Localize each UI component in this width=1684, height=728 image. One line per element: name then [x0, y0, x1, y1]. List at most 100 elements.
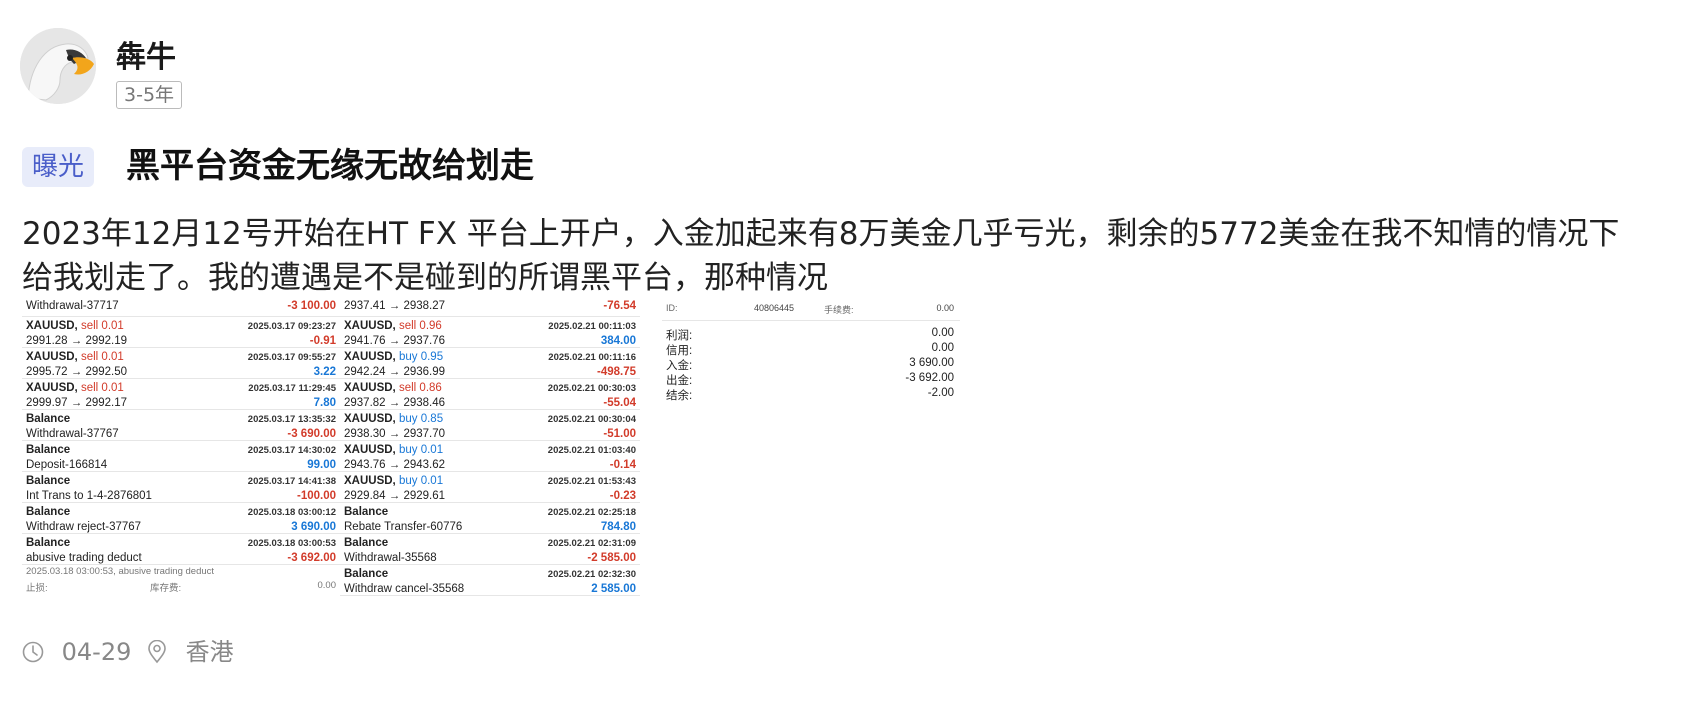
record-detail: 2942.24 → 2936.99	[344, 366, 446, 378]
record-symbol: Balance	[344, 537, 389, 549]
record-value: -3 100.00	[287, 300, 336, 312]
experience-badge: 3-5年	[116, 81, 183, 109]
author-name[interactable]: 犇牛	[116, 32, 176, 76]
record-row: XAUUSD, sell 0.86 2025.02.21 00:30:03 2937…	[340, 379, 640, 410]
summary-row: 入金: 3 690.00	[662, 357, 960, 372]
avatar[interactable]	[20, 28, 96, 104]
record-time: 2025.03.17 13:35:32	[247, 414, 336, 425]
summary-label: 结余:	[666, 390, 693, 402]
record-detail: 2999.97 → 2992.17	[26, 397, 128, 409]
record-time: 2025.03.17 14:41:38	[247, 476, 336, 487]
record-title: Balance	[26, 413, 70, 425]
clock-icon	[22, 641, 44, 663]
record-time: 2025.02.21 00:11:16	[548, 352, 636, 363]
post-location: 香港	[146, 636, 234, 668]
record-value: -0.91	[309, 335, 336, 347]
record-value: -3 692.00	[287, 552, 336, 564]
record-value: -0.14	[609, 459, 636, 471]
attached-image-1[interactable]: Withdrawal-37717 -3 100.00 XAUUSD, sell …	[22, 298, 340, 600]
record-row: Balance 2025.02.21 02:32:30 Withdraw cance…	[340, 565, 640, 596]
record-time: 2025.02.21 01:03:40	[547, 445, 636, 456]
record-value: 384.00	[600, 335, 636, 347]
record-value: 784.80	[600, 521, 636, 533]
summary-row: 出金: -3 692.00	[662, 372, 960, 387]
record-symbol: XAUUSD,	[344, 413, 396, 425]
record-symbol: Balance	[26, 413, 71, 425]
record-time: 2025.02.21 01:53:43	[547, 476, 636, 487]
record-title: XAUUSD, sell 0.01	[26, 351, 124, 363]
tooltip: 2025.03.18 03:00:53, abusive trading ded…	[22, 565, 340, 579]
record-action: buy 0.95	[398, 351, 444, 363]
summary-row: 结余: -2.00	[662, 387, 960, 402]
record-time: 2025.03.17 14:30:02	[247, 445, 336, 456]
record-time: 2025.03.17 09:23:27	[247, 321, 336, 332]
summary-value: -3 692.00	[905, 372, 954, 384]
record-row: Balance 2025.03.17 14:30:02 Deposit-166814…	[22, 441, 340, 472]
record-symbol: Balance	[26, 444, 71, 456]
stop-loss-label: 止损:	[26, 583, 48, 594]
record-row: Balance 2025.03.17 13:35:32 Withdrawal-377…	[22, 410, 340, 441]
record-title: XAUUSD, sell 0.96	[344, 320, 442, 332]
record-detail: 2938.30 → 2937.70	[344, 428, 446, 440]
category-tag[interactable]: 曝光	[22, 147, 95, 187]
record-detail: Withdraw cancel-35568	[344, 583, 465, 595]
record-value: -51.00	[603, 428, 636, 440]
record-action: sell 0.86	[398, 382, 442, 394]
record-time: 2025.02.21 00:30:03	[547, 383, 636, 394]
record-row: XAUUSD, sell 0.01 2025.03.17 11:29:45 2999…	[22, 379, 340, 410]
summary-label: 入金:	[666, 360, 693, 372]
record-value: 2 585.00	[591, 583, 636, 595]
partial-record: 2937.41 → 2938.27 -76.54	[340, 298, 640, 317]
record-list: XAUUSD, sell 0.01 2025.03.17 09:23:27 2991…	[22, 317, 340, 565]
summary-value: 0.00	[931, 342, 954, 354]
record-symbol: XAUUSD,	[344, 320, 396, 332]
record-detail: abusive trading deduct	[26, 552, 142, 564]
record-value: -2 585.00	[587, 552, 636, 564]
record-row: XAUUSD, sell 0.01 2025.03.17 09:55:27 2995…	[22, 348, 340, 379]
record-time: 2025.03.17 11:29:45	[248, 383, 336, 394]
record-title: XAUUSD, buy 0.85	[344, 413, 443, 425]
attached-image-2[interactable]: 2937.41 → 2938.27 -76.54 XAUUSD, sell 0.…	[340, 298, 640, 600]
summary-value: -2.00	[927, 387, 954, 399]
swap-label: 库存费:	[150, 583, 182, 594]
record-time: 2025.02.21 00:11:03	[548, 321, 636, 332]
record-title: Balance	[26, 506, 70, 518]
record-row: Balance 2025.02.21 02:31:09 Withdrawal-355…	[340, 534, 640, 565]
record-row: Balance 2025.03.18 03:00:12 Withdraw rejec…	[22, 503, 340, 534]
record-row: XAUUSD, buy 0.01 2025.02.21 01:53:43 2929.…	[340, 472, 640, 503]
eagle-avatar-icon	[20, 28, 96, 104]
record-title: Balance	[344, 568, 388, 580]
record-title: XAUUSD, buy 0.01	[344, 444, 443, 456]
date-text: 04-29	[61, 638, 132, 666]
record-title: XAUUSD, sell 0.86	[344, 382, 442, 394]
swap-value: 0.00	[317, 580, 337, 591]
record-value: -76.54	[603, 300, 636, 312]
record-title: Balance	[344, 537, 388, 549]
record-detail: Deposit-166814	[26, 459, 108, 471]
record-symbol: Balance	[344, 506, 389, 518]
record-title: Balance	[26, 475, 70, 487]
record-title: XAUUSD, buy 0.95	[344, 351, 443, 363]
record-detail: 2937.82 → 2938.46	[344, 397, 446, 409]
record-row: XAUUSD, sell 0.96 2025.02.21 00:11:03 2941…	[340, 317, 640, 348]
record-title: Balance	[26, 444, 70, 456]
record-time: 2025.02.21 00:30:04	[547, 414, 636, 425]
record-action: sell 0.01	[80, 351, 124, 363]
record-detail: Withdrawal-35568	[344, 552, 437, 564]
attached-image-3[interactable]: ID: 40806445 手续费: 0.00 利润: 0.00 信用: 0.00 入金:…	[662, 298, 960, 410]
account-header: ID: 40806445 手续费: 0.00	[662, 298, 960, 321]
record-title: Balance	[344, 506, 388, 518]
post-content: 2023年12月12号开始在HT FX 平台上开户，入金加起来有8万美金几乎亏光…	[22, 216, 1620, 296]
record-symbol: XAUUSD,	[26, 351, 78, 363]
record-detail: 2995.72 → 2992.50	[26, 366, 128, 378]
record-value: -55.04	[603, 397, 636, 409]
record-time: 2025.02.21 02:25:18	[547, 507, 636, 518]
footer-row: 止损: 库存费: 0.00	[22, 579, 340, 594]
record-title: XAUUSD, buy 0.01	[344, 475, 443, 487]
summary-value: 3 690.00	[909, 357, 954, 369]
record-row: XAUUSD, buy 0.95 2025.02.21 00:11:16 2942.…	[340, 348, 640, 379]
record-symbol: XAUUSD,	[26, 320, 78, 332]
record-symbol: XAUUSD,	[344, 382, 396, 394]
record-symbol: XAUUSD,	[344, 351, 396, 363]
record-row: XAUUSD, sell 0.01 2025.03.17 09:23:27 2991…	[22, 317, 340, 348]
